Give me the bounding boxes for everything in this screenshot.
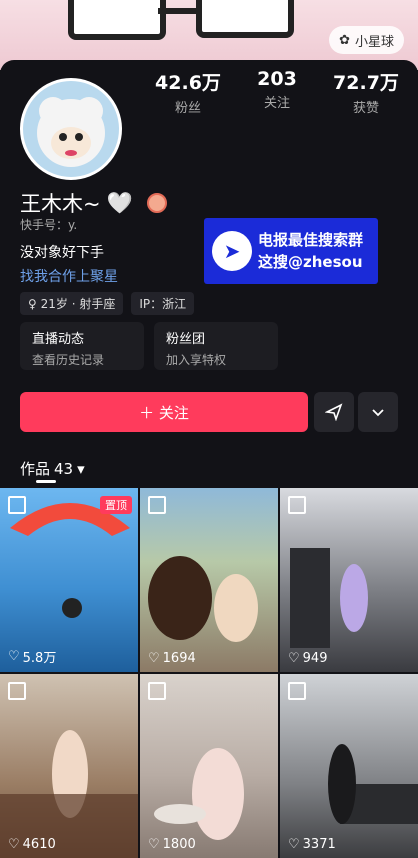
work-tile[interactable]: ♡ 3371: [280, 674, 418, 858]
like-count: ♡ 5.8万: [8, 649, 57, 666]
bio-line-2[interactable]: 找我合作上聚星: [20, 266, 118, 286]
chevron-down-icon: [372, 409, 384, 417]
ad-banner[interactable]: ➤ 电报最佳搜索群 这搜@zhesou: [204, 218, 378, 284]
stat-following[interactable]: 203 关注: [235, 68, 319, 116]
tab-underline: [36, 480, 56, 483]
bio-line-1: 没对象好下手: [20, 245, 104, 261]
heart-outline-icon: ♡: [288, 837, 300, 852]
image-type-icon: [8, 496, 26, 514]
like-count: ♡ 1694: [148, 651, 196, 666]
work-tile[interactable]: ♡ 1800: [140, 674, 278, 858]
profile-name: 王木木~ 🤍: [20, 188, 167, 218]
send-icon: [325, 403, 343, 421]
gender-icon: ♀: [28, 297, 37, 311]
heart-outline-icon: ♡: [8, 649, 20, 664]
image-type-icon: [148, 496, 166, 514]
stat-likes[interactable]: 72.7万 获赞: [324, 68, 408, 116]
work-tile[interactable]: 置顶 ♡ 5.8万: [0, 488, 138, 672]
image-type-icon: [288, 496, 306, 514]
tag-ip: IP：浙江: [131, 292, 195, 315]
more-button[interactable]: [358, 392, 398, 432]
profile-card: 42.6万 粉丝 203 关注 72.7万 获赞 王木木~ 🤍 快手号：y. 没对象好…: [0, 60, 418, 858]
heart-outline-icon: ♡: [288, 651, 300, 666]
image-type-icon: [148, 682, 166, 700]
heart-outline-icon: ♡: [8, 837, 20, 852]
fan-club-entry[interactable]: 粉丝团 加入享特权: [154, 322, 278, 370]
level-badge-icon: [146, 193, 167, 213]
image-type-icon: [8, 682, 26, 700]
like-count: ♡ 949: [288, 651, 328, 666]
work-tile[interactable]: ♡ 1694: [140, 488, 278, 672]
like-count: ♡ 1800: [148, 837, 196, 852]
follow-button[interactable]: ＋ 关注: [20, 392, 308, 432]
work-tile[interactable]: ♡ 4610: [0, 674, 138, 858]
tab-works[interactable]: 作品 43 ▾: [20, 458, 85, 479]
planet-button[interactable]: ✿ 小星球: [329, 26, 404, 54]
like-count: ♡ 3371: [288, 837, 336, 852]
pinned-badge: 置顶: [100, 496, 132, 514]
live-history-entry[interactable]: 直播动态 查看历史记录: [20, 322, 144, 370]
tag-age: ♀ 21岁 · 射手座: [20, 292, 124, 315]
stat-fans[interactable]: 42.6万 粉丝: [146, 68, 230, 116]
profile-stats: 42.6万 粉丝 203 关注 72.7万 获赞: [146, 68, 408, 116]
heart-icon: 🤍: [106, 190, 133, 215]
heart-outline-icon: ♡: [148, 837, 160, 852]
work-tile[interactable]: ♡ 949: [280, 488, 418, 672]
telegram-plane-icon: ➤: [212, 231, 252, 271]
caret-down-icon: ▾: [77, 459, 85, 478]
share-button[interactable]: [314, 392, 354, 432]
kuaishou-id: 快手号：y.: [20, 218, 78, 232]
image-type-icon: [288, 682, 306, 700]
works-grid: 置顶 ♡ 5.8万 ♡ 1694 ♡ 949 ♡ 4610 ♡ 1800 ♡ 3…: [0, 488, 418, 858]
avatar[interactable]: [20, 78, 122, 180]
heart-outline-icon: ♡: [148, 651, 160, 666]
planet-icon: ✿: [339, 32, 350, 48]
profile-tags: ♀ 21岁 · 射手座 IP：浙江: [20, 292, 195, 315]
like-count: ♡ 4610: [8, 837, 56, 852]
